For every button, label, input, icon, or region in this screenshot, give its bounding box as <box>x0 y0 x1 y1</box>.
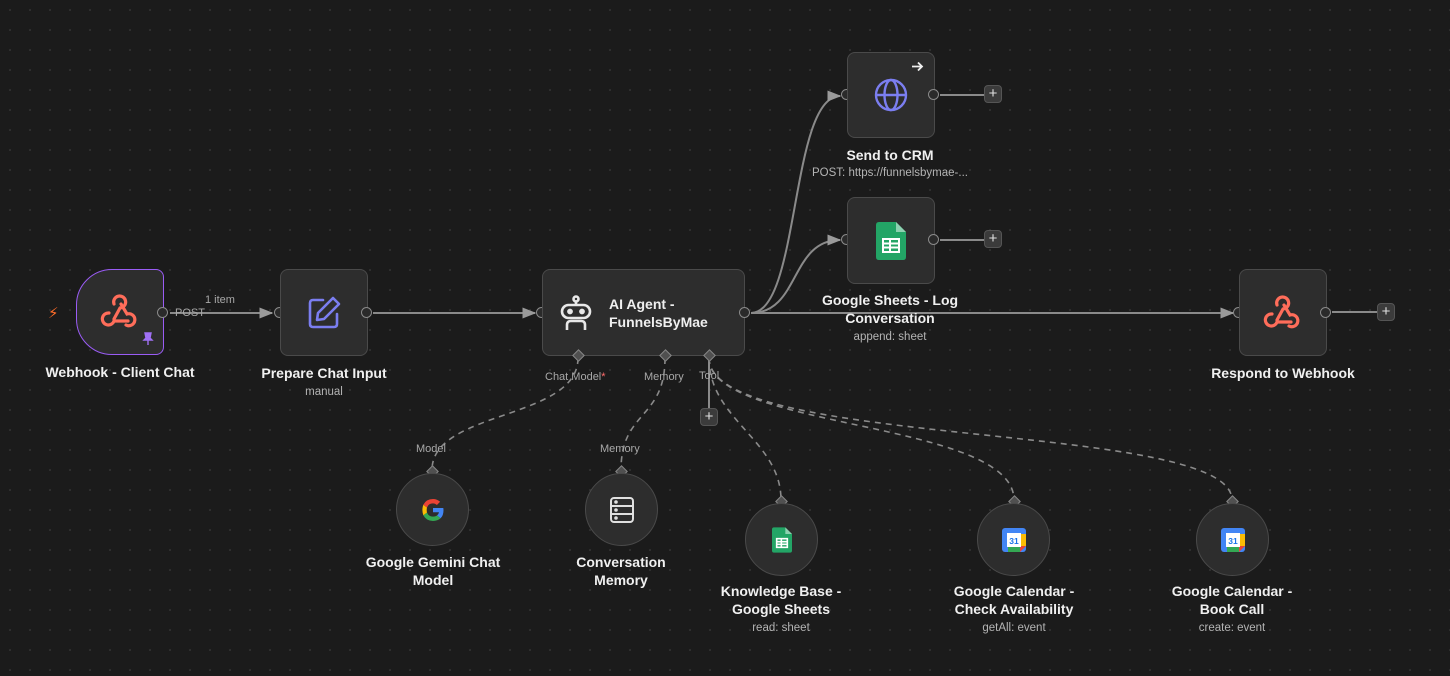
output-handle[interactable] <box>1320 307 1331 318</box>
node-title: Respond to Webhook <box>1211 365 1355 381</box>
node-subtitle: create: event <box>1198 622 1266 634</box>
node-title: Conversation Memory <box>576 554 666 588</box>
port-label-memory: Memory <box>644 371 684 383</box>
calendar-icon: 31 <box>1001 527 1026 552</box>
svg-text:31: 31 <box>1009 536 1019 546</box>
node-subtitle: read: sheet <box>752 622 810 634</box>
output-handle[interactable] <box>928 234 939 245</box>
google-icon <box>421 498 443 521</box>
node-conversation-memory[interactable] <box>585 473 658 546</box>
edit-icon <box>308 296 341 328</box>
edge-item-count: 1 item <box>205 294 235 306</box>
workflow-canvas[interactable]: ⚡ 1 item POST Webhook - Client Chat Prep… <box>0 0 1450 676</box>
pin-icon <box>142 332 154 345</box>
node-google-calendar-book[interactable]: 31 <box>1196 503 1269 576</box>
sheets-icon <box>876 221 906 260</box>
add-node-button[interactable]: + <box>984 230 1002 248</box>
port-label-model: Model <box>416 443 446 455</box>
output-handle[interactable] <box>928 89 939 100</box>
node-subtitle: getAll: event <box>982 622 1046 634</box>
node-google-sheets-log[interactable] <box>847 197 935 284</box>
agent-title: AI Agent - FunnelsByMae <box>609 295 708 330</box>
node-title: Prepare Chat Input <box>261 365 387 381</box>
robot-icon <box>560 294 592 330</box>
edge-tool-calcheck <box>708 357 1015 501</box>
webhook-icon <box>1263 294 1300 328</box>
output-handle[interactable] <box>739 307 750 318</box>
add-node-button[interactable]: + <box>984 85 1002 103</box>
output-handle[interactable] <box>361 307 372 318</box>
node-google-calendar-check[interactable]: 31 <box>977 503 1050 576</box>
add-node-button[interactable]: + <box>1377 303 1395 321</box>
node-title: Google Sheets - Log Conversation <box>821 292 959 326</box>
node-subtitle: POST: https://funnelsbymae-... <box>812 167 968 179</box>
svg-text:31: 31 <box>1228 536 1238 546</box>
arrow-right-icon <box>912 61 924 72</box>
sheets-icon <box>771 526 792 553</box>
node-subtitle: manual <box>305 386 343 398</box>
node-respond-to-webhook[interactable] <box>1239 269 1327 356</box>
output-handle[interactable] <box>157 307 168 318</box>
port-label-chat-model: Chat Model* <box>545 371 606 383</box>
node-title: Send to CRM <box>846 147 934 163</box>
add-tool-button[interactable]: + <box>700 408 718 426</box>
port-label-memory: Memory <box>600 443 640 455</box>
database-icon <box>609 496 634 523</box>
calendar-icon: 31 <box>1220 527 1245 552</box>
webhook-icon <box>100 294 137 328</box>
node-webhook-client-chat[interactable] <box>76 269 164 355</box>
node-subtitle: append: sheet <box>853 331 927 343</box>
node-knowledge-base[interactable] <box>745 503 818 576</box>
lightning-icon: ⚡ <box>48 305 59 322</box>
node-title: Google Gemini Chat Model <box>365 554 501 588</box>
node-ai-agent[interactable]: AI Agent - FunnelsByMae <box>542 269 745 356</box>
port-label-tool: Tool <box>699 370 720 382</box>
node-send-to-crm[interactable] <box>847 52 935 138</box>
globe-icon <box>874 78 908 112</box>
node-title: Google Calendar - Check Availability <box>953 583 1075 617</box>
node-google-gemini-chat-model[interactable] <box>396 473 469 546</box>
node-title: Webhook - Client Chat <box>45 364 195 380</box>
node-title: Google Calendar - Book Call <box>1171 583 1293 617</box>
node-prepare-chat-input[interactable] <box>280 269 368 356</box>
edge-agent-crm <box>750 90 842 314</box>
node-title: Knowledge Base - Google Sheets <box>720 583 842 617</box>
edge-method-label: POST <box>175 307 205 319</box>
edge-tool-calbook <box>708 357 1233 501</box>
